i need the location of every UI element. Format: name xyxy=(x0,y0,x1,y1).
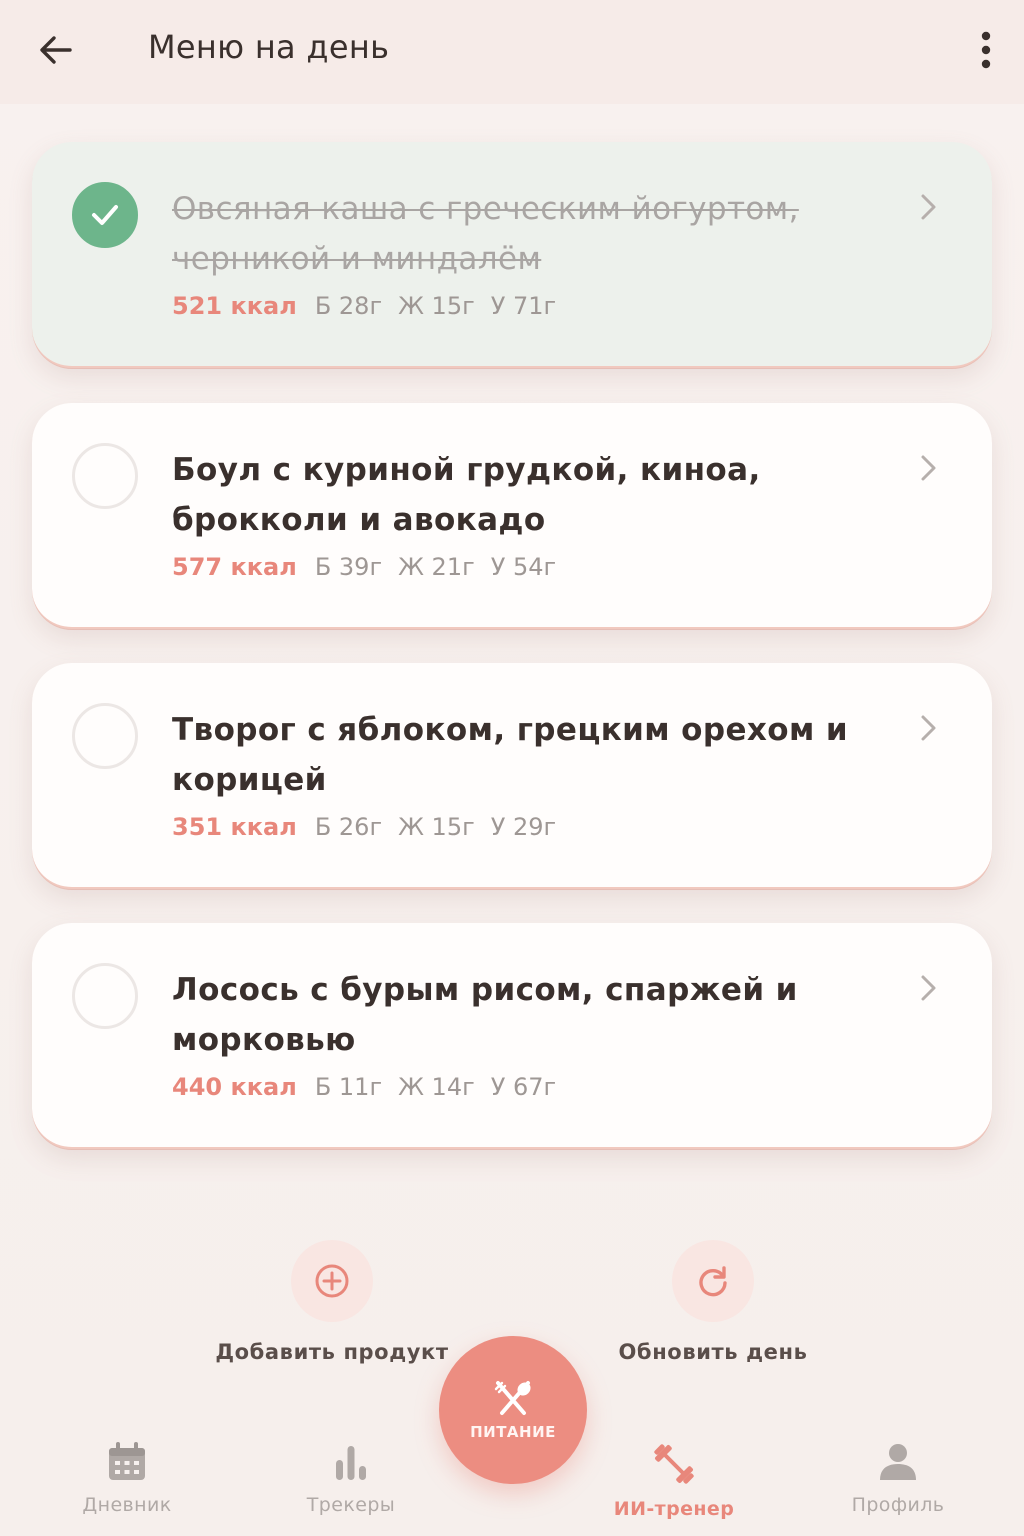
meal-calories: 440 ккал xyxy=(172,1073,297,1101)
meal-fat: Ж 14г xyxy=(398,1073,475,1101)
dumbbell-icon xyxy=(654,1444,694,1484)
meal-done-checkbox[interactable] xyxy=(72,963,138,1029)
meal-card[interactable]: Творог с яблоком, грецким орехом и кориц… xyxy=(32,663,992,889)
refresh-icon xyxy=(699,1266,727,1297)
meal-title: Овсяная каша с греческим йогуртом, черни… xyxy=(172,191,799,277)
meal-fat: Ж 15г xyxy=(398,292,475,320)
page-title: Меню на день xyxy=(148,28,390,66)
nutrition-fab-button[interactable]: ПИТАНИЕ xyxy=(439,1336,587,1484)
add-product-label: Добавить продукт xyxy=(215,1340,449,1364)
meal-protein: Б 26г xyxy=(314,813,383,841)
more-vertical-icon xyxy=(981,31,991,69)
nav-item-profile[interactable]: Профиль xyxy=(808,1440,988,1516)
meal-carbs: У 71г xyxy=(490,292,557,320)
top-app-bar: Меню на день xyxy=(0,0,1024,104)
meal-fat: Ж 21г xyxy=(398,553,475,581)
refresh-day-circle[interactable] xyxy=(672,1240,754,1322)
back-button[interactable] xyxy=(30,24,82,76)
add-product-circle[interactable] xyxy=(291,1240,373,1322)
calendar-icon xyxy=(109,1442,145,1480)
nav-label-trackers: Трекеры xyxy=(306,1494,396,1516)
chevron-right-icon xyxy=(921,715,936,741)
add-product-button[interactable]: Добавить продукт xyxy=(202,1240,462,1364)
meal-title: Лосось с бурым рисом, спаржей и морковью xyxy=(172,972,798,1058)
arrow-left-icon xyxy=(40,36,72,64)
meal-protein: Б 39г xyxy=(314,553,383,581)
meal-protein: Б 11г xyxy=(314,1073,383,1101)
nav-item-diary[interactable]: Дневник xyxy=(37,1440,217,1516)
fab-label: ПИТАНИЕ xyxy=(470,1423,556,1441)
chevron-right-icon xyxy=(921,194,936,220)
meal-nutrition: 521 ккал Б 28г Ж 15г У 71г xyxy=(172,292,556,320)
nav-label-diary: Дневник xyxy=(82,1494,172,1516)
checkmark-icon xyxy=(92,205,118,225)
meal-carbs: У 29г xyxy=(490,813,557,841)
meal-calories: 577 ккал xyxy=(172,553,297,581)
more-options-button[interactable] xyxy=(966,24,1006,76)
nav-item-ai-coach[interactable]: ИИ-тренер xyxy=(584,1440,764,1520)
nav-item-trackers[interactable]: Трекеры xyxy=(261,1440,441,1516)
meal-nutrition: 351 ккал Б 26г Ж 15г У 29г xyxy=(172,813,556,841)
meal-protein: Б 28г xyxy=(314,292,383,320)
meal-title: Творог с яблоком, грецким орехом и кориц… xyxy=(172,712,849,798)
bar-chart-icon xyxy=(336,1446,366,1480)
meal-card[interactable]: Лосось с бурым рисом, спаржей и морковью… xyxy=(32,923,992,1149)
meal-card[interactable]: Овсяная каша с греческим йогуртом, черни… xyxy=(32,142,992,368)
app-screen: Меню на день Овсяная каша с греческим йо… xyxy=(0,0,1024,1536)
refresh-day-label: Обновить день xyxy=(618,1340,808,1364)
meal-nutrition: 440 ккал Б 11г Ж 14г У 67г xyxy=(172,1073,556,1101)
meal-fat: Ж 15г xyxy=(398,813,475,841)
meal-carbs: У 67г xyxy=(490,1073,557,1101)
nav-label-ai-coach: ИИ-тренер xyxy=(613,1498,735,1520)
meal-nutrition: 577 ккал Б 39г Ж 21г У 54г xyxy=(172,553,556,581)
refresh-day-button[interactable]: Обновить день xyxy=(583,1240,843,1364)
meal-done-checkbox[interactable] xyxy=(72,182,138,248)
chevron-right-icon xyxy=(921,455,936,481)
meal-carbs: У 54г xyxy=(490,553,557,581)
nav-label-profile: Профиль xyxy=(851,1494,945,1516)
meal-done-checkbox[interactable] xyxy=(72,703,138,769)
meal-title: Боул с куриной грудкой, киноа, брокколи … xyxy=(172,452,761,538)
meal-card[interactable]: Боул с куриной грудкой, киноа, брокколи … xyxy=(32,403,992,629)
meal-calories: 521 ккал xyxy=(172,292,297,320)
meal-done-checkbox[interactable] xyxy=(72,443,138,509)
chevron-right-icon xyxy=(921,975,936,1001)
user-icon xyxy=(880,1444,916,1480)
plus-circle-icon xyxy=(315,1264,349,1298)
fork-spoon-icon xyxy=(494,1381,531,1415)
meal-calories: 351 ккал xyxy=(172,813,297,841)
